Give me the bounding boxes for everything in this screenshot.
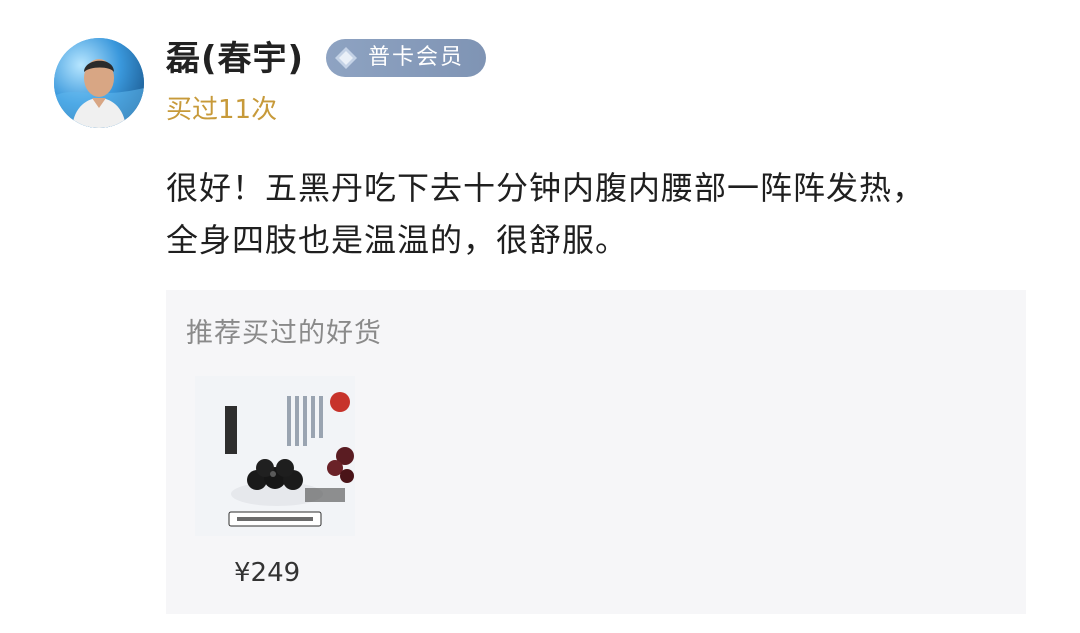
member-badge-label: 普卡会员 <box>368 45 465 70</box>
diamond-icon <box>335 47 357 69</box>
recommend-section: 推荐买过的好货 ¥249 <box>166 290 1026 614</box>
avatar[interactable] <box>54 38 144 128</box>
review-text-line: 全身四肢也是温温的，很舒服。 <box>166 221 629 259</box>
recommend-title: 推荐买过的好货 <box>186 318 382 349</box>
username: 磊(春宇) <box>166 39 305 79</box>
review-card: 磊(春宇) 普卡会员 买过11次 很好！五黑丹吃下去十分钟内腹内腰部一阵阵发热，… <box>0 0 1080 633</box>
purchase-count: 买过11次 <box>166 95 278 125</box>
avatar-image <box>54 38 144 128</box>
product-image <box>195 376 355 536</box>
review-text: 很好！五黑丹吃下去十分钟内腹内腰部一阵阵发热， 全身四肢也是温温的，很舒服。 <box>166 162 1046 266</box>
review-text-line: 很好！五黑丹吃下去十分钟内腹内腰部一阵阵发热， <box>166 169 926 207</box>
product-price: ¥249 <box>234 558 301 588</box>
product-thumbnail[interactable] <box>195 376 355 536</box>
member-badge: 普卡会员 <box>326 39 486 77</box>
